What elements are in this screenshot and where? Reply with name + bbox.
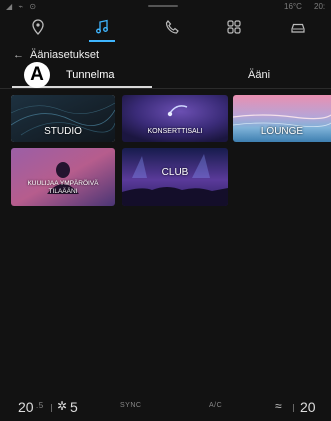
clock: 20: [314,2,326,11]
seat-heat-icon[interactable]: ≈ [275,399,282,413]
fan-speed[interactable]: 5 [70,399,78,415]
card-label: STUDIO [44,126,82,137]
mood-card-studio[interactable]: STUDIO [11,95,115,142]
card-label: LOUNGE [260,126,304,137]
top-navigation [0,14,331,42]
annotation-badge: A [24,62,50,88]
phone-icon[interactable] [163,18,181,36]
back-arrow-icon[interactable]: ← [13,49,24,61]
outside-temperature: 16°C [284,2,302,11]
left-temperature[interactable]: 20 [18,399,34,415]
infotainment-screen: ◢ ⌁ ⊙ 16°C 20: ← Ääniasetukset Tunnelma … [0,0,331,421]
music-note-icon[interactable] [89,18,115,42]
drag-handle[interactable] [148,5,178,7]
tab-mood[interactable]: Tunnelma [66,69,115,81]
ac-button[interactable]: A/C [209,402,222,409]
status-bar: ◢ ⌁ ⊙ 16°C 20: [0,0,331,12]
card-label: KONSERTTISALI [147,128,203,135]
tab-sound[interactable]: Ääni [248,69,270,81]
card-label: KUULIJAA YMPÄRÖIVÄ TILAÄÄNI [27,180,99,195]
signal-icons: ◢ ⌁ ⊙ [6,2,39,11]
apps-grid-icon[interactable] [225,18,243,36]
page-title: Ääniasetukset [30,49,100,61]
right-temperature[interactable]: 20 [300,399,316,415]
separator [51,404,52,412]
page-header: ← Ääniasetukset [0,48,331,64]
temperature-decimal-icon: .5 [36,401,44,410]
fan-icon[interactable]: ✲ [57,399,67,413]
car-icon[interactable] [289,18,307,36]
navigation-pin-icon[interactable] [29,18,47,36]
mood-card-lounge[interactable]: LOUNGE [233,95,331,142]
card-label: CLUB [161,167,189,178]
surround-image [11,148,115,206]
sync-button[interactable]: SYNC [120,402,141,409]
climate-bar: 20 .5 ✲ 5 SYNC A/C ≈ 20 [0,396,331,421]
mood-card-surround[interactable]: KUULIJAA YMPÄRÖIVÄ TILAÄÄNI [11,148,115,206]
separator [293,404,294,412]
mood-card-concert-hall[interactable]: KONSERTTISALI [122,95,228,142]
mood-card-club[interactable]: CLUB [122,148,228,206]
